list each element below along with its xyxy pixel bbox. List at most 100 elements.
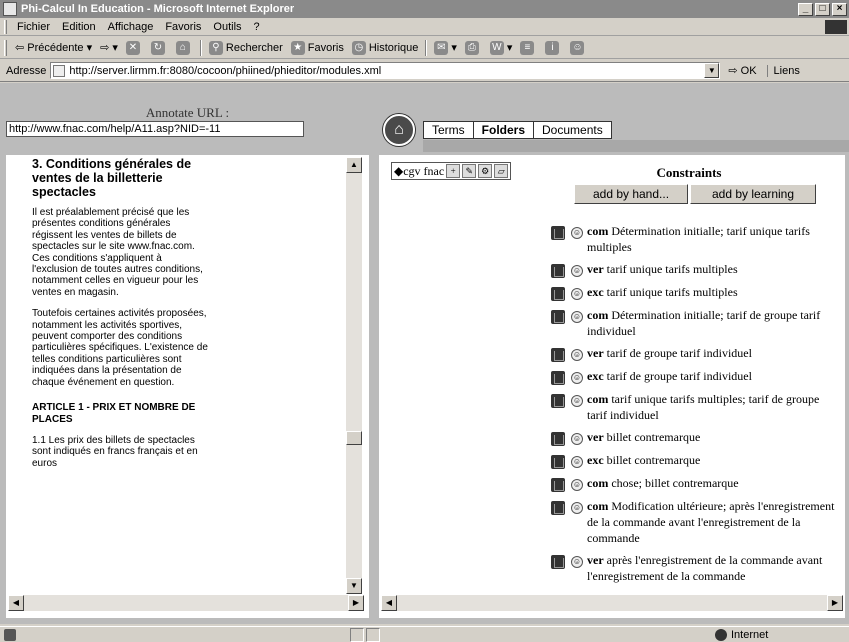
constraint-item: ☺ ver tarif de groupe tarif individuel [551,345,841,362]
tab-bar: Terms Folders Documents [423,121,612,139]
edit-button[interactable]: W ▾ [486,40,517,55]
annotate-pane: Annotate URL : http://www.fnac.com/help/… [4,83,371,624]
trash-icon[interactable] [551,501,565,515]
smiley-icon[interactable]: ☺ [571,349,583,361]
back-dropdown-icon[interactable]: ▾ [84,41,93,54]
messenger-button[interactable]: ☺ [566,40,591,55]
scroll-left-button[interactable]: ◀ [8,595,24,611]
trash-icon[interactable] [551,455,565,469]
trash-icon[interactable] [551,287,565,301]
trash-icon[interactable] [551,432,565,446]
constraint-terms: billet contremarque [606,430,701,444]
constraint-keyword: com [587,224,609,238]
menu-fichier[interactable]: Fichier [11,21,56,33]
scroll-up-button[interactable]: ▲ [346,157,362,173]
go-button[interactable]: ⇨ OK [728,64,756,78]
smiley-icon[interactable]: ☺ [571,227,583,239]
search-button[interactable]: ⚲ Rechercher [205,40,287,55]
add-by-learning-button[interactable]: add by learning [690,184,816,204]
constraint-text: com Détermination initialle; tarif uniqu… [587,223,841,255]
smiley-icon[interactable]: ☺ [571,395,583,407]
forward-button[interactable]: ⇨ ▾ [96,41,122,54]
tab-documents[interactable]: Documents [533,121,612,139]
back-button[interactable]: ⇦ Précédente ▾ [11,41,96,55]
scroll-right-button[interactable]: ▶ [348,595,364,611]
constraint-terms: Modification ultérieure; après l'enregis… [587,499,835,545]
constraint-text: com tarif unique tarifs multiples; tarif… [587,391,841,423]
home-logo-icon[interactable]: ⌂ [383,114,415,146]
add-document-icon[interactable]: + [446,164,461,178]
constraint-item: ☺ com tarif unique tarifs multiples; tari… [551,391,841,423]
scroll-right-button[interactable]: ▶ [827,595,843,611]
constraint-keyword: exc [587,453,604,467]
menu-outils[interactable]: Outils [207,21,247,33]
smiley-icon[interactable]: ☺ [571,502,583,514]
print-button[interactable]: ⎙ [461,40,486,55]
left-horizontal-scrollbar[interactable]: ◀ ▶ [8,595,364,611]
maximize-button[interactable]: □ [815,2,830,16]
trash-icon[interactable] [551,226,565,240]
smiley-icon[interactable]: ☺ [571,433,583,445]
constraint-terms: Détermination initialle; tarif unique ta… [587,224,810,254]
toolbar-separator [199,39,202,56]
constraint-item: ☺ com Détermination initialle; tarif uniq… [551,223,841,255]
address-dropdown-icon[interactable]: ▼ [704,63,720,78]
constraint-item: ☺ com Modification ultérieure; après l'en… [551,498,841,546]
discuss-button[interactable]: ≡ [516,40,541,55]
scroll-thumb[interactable] [346,431,362,445]
annotate-url-input[interactable]: http://www.fnac.com/help/A11.asp?NID=-11 [6,121,304,137]
stop-button[interactable]: ✕ [122,40,147,55]
edit-pencil-icon[interactable]: ✎ [462,164,477,178]
menu-affichage[interactable]: Affichage [102,21,160,33]
tab-terms[interactable]: Terms [423,121,473,139]
open-folder-icon[interactable]: ▱ [494,164,509,178]
refresh-button[interactable]: ↻ [147,40,172,55]
trash-icon[interactable] [551,555,565,569]
constraint-item: ☺ exc tarif unique tarifs multiples [551,284,841,301]
constraint-item: ☺ ver après l'enregistrement de la comman… [551,552,841,584]
trash-icon[interactable] [551,371,565,385]
trash-icon[interactable] [551,310,565,324]
page-content: Annotate URL : http://www.fnac.com/help/… [0,83,849,624]
tab-folders[interactable]: Folders [472,121,534,139]
trash-icon[interactable] [551,264,565,278]
process-icon[interactable]: ⚙ [478,164,493,178]
left-vertical-scrollbar[interactable]: ▲ ▼ [346,157,362,594]
right-horizontal-scrollbar[interactable]: ◀ ▶ [381,595,843,611]
smiley-icon[interactable]: ☺ [571,456,583,468]
home-button[interactable]: ⌂ [172,40,197,55]
status-bar: Internet [0,626,849,642]
smiley-icon[interactable]: ☺ [571,372,583,384]
trash-icon[interactable] [551,394,565,408]
links-button[interactable]: Liens [766,64,800,77]
menu-favoris[interactable]: Favoris [159,21,207,33]
page-icon [53,64,66,77]
scroll-left-button[interactable]: ◀ [381,595,397,611]
trash-icon[interactable] [551,348,565,362]
research-button[interactable]: i [541,40,566,55]
constraint-text: exc billet contremarque [587,452,700,468]
constraint-text: ver tarif de groupe tarif individuel [587,345,752,361]
folder-item[interactable]: ◆ cgv fnac + ✎ ⚙ ▱ [391,162,512,180]
add-by-hand-button[interactable]: add by hand... [574,184,688,204]
smiley-icon[interactable]: ☺ [571,479,583,491]
folder-label: cgv fnac [403,163,445,178]
smiley-icon[interactable]: ☺ [571,311,583,323]
smiley-icon[interactable]: ☺ [571,288,583,300]
trash-icon[interactable] [551,478,565,492]
history-button[interactable]: ◷ Historique [348,40,423,55]
menu-edition[interactable]: Edition [56,21,102,33]
folder-bullet-icon: ◆ [394,163,404,178]
minimize-button[interactable]: _ [798,2,813,16]
toolbar-separator [425,39,428,56]
address-input[interactable]: http://server.lirmm.fr:8080/cocoon/phiin… [50,62,721,79]
constraint-text: com Détermination initialle; tarif de gr… [587,307,841,339]
favorites-button[interactable]: ★ Favoris [287,40,348,55]
smiley-icon[interactable]: ☺ [571,556,583,568]
close-button[interactable]: × [832,2,847,16]
scroll-down-button[interactable]: ▼ [346,578,362,594]
mail-button[interactable]: ✉ ▾ [430,40,461,55]
menu-help[interactable]: ? [248,21,266,33]
smiley-icon[interactable]: ☺ [571,265,583,277]
constraint-item: ☺ exc tarif de groupe tarif individuel [551,368,841,385]
